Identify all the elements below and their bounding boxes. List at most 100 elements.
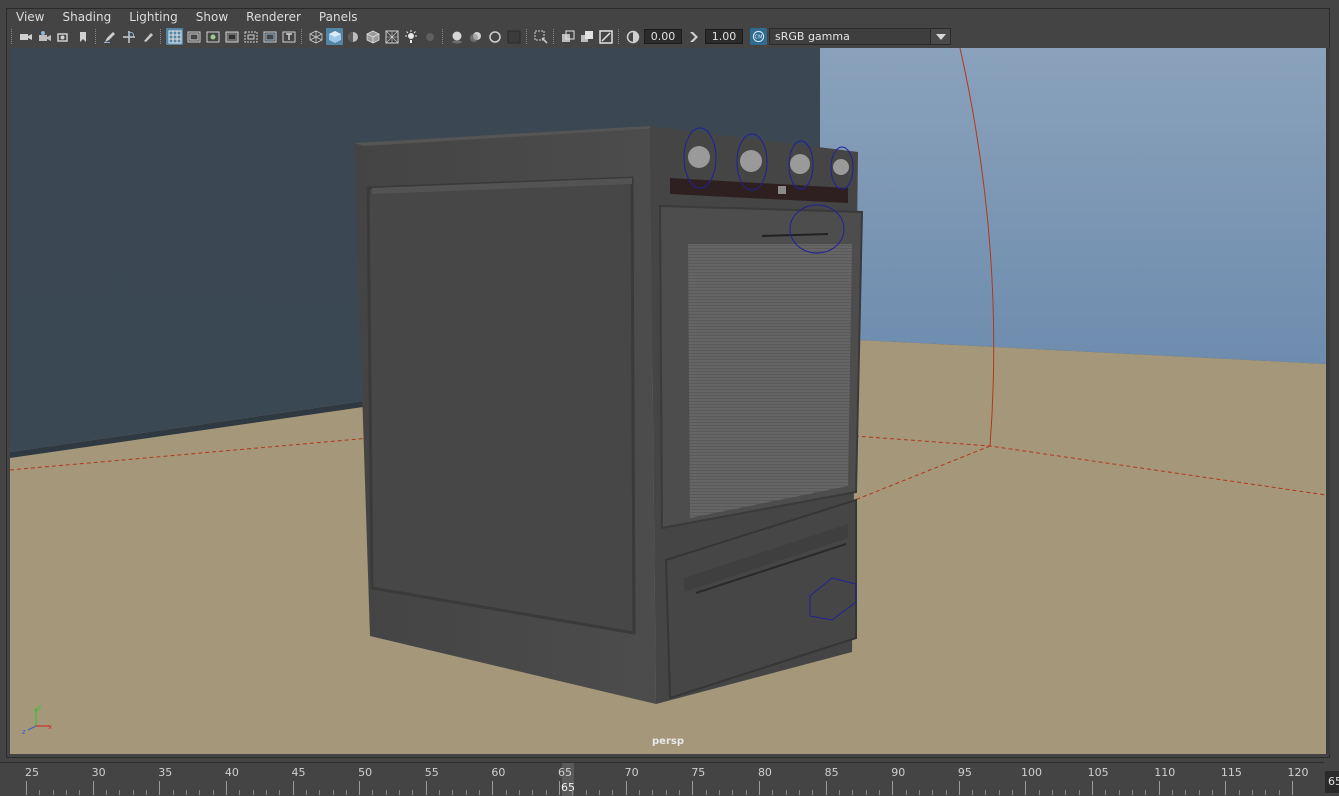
viewport-scene [10,48,1326,754]
safe-action-icon[interactable] [261,28,278,45]
xray-active-icon[interactable] [578,28,595,45]
timeline-major-tick [292,781,294,795]
backface-culling-icon[interactable] [597,28,614,45]
time-slider[interactable]: 25 30 35 40 45 50 55 60 65 65 70 75 80 85 90 95 100 105 11… [0,762,1324,796]
use-lights-icon[interactable] [402,28,419,45]
timeline-major-tick [26,781,27,795]
gamma-field[interactable]: 1.00 [705,29,743,44]
oven-window [688,244,852,518]
timeline-minor-tick [732,790,734,795]
timeline-minor-tick [639,790,640,795]
xray-icon[interactable] [383,28,400,45]
color-management-icon[interactable]: CM [750,28,767,45]
menu-shading[interactable]: Shading [53,9,120,25]
timeline-minor-tick [399,790,401,795]
chevron-down-icon[interactable] [930,29,950,44]
depth-of-field-icon[interactable] [505,28,522,45]
timeline-major-tick [1025,781,1027,795]
screen-space-ambient-occlusion-icon[interactable] [448,28,465,45]
grease-pencil-icon[interactable] [101,28,118,45]
timeline-minor-tick [479,790,481,795]
timeline-minor-tick [65,790,67,795]
timeline-minor-tick [998,790,1000,795]
image-plane-icon[interactable] [74,28,91,45]
timeline-minor-tick [798,790,800,795]
timeline-minor-tick [718,790,720,795]
timeline-minor-tick [332,790,334,795]
menu-renderer[interactable]: Renderer [237,9,310,25]
timeline-minor-tick [785,790,787,795]
default-lighting-icon[interactable] [345,28,362,45]
timeline-tick-label: 70 [624,766,639,779]
menu-panels[interactable]: Panels [310,9,367,25]
exposure-icon[interactable] [624,28,641,45]
timeline-minor-tick [812,790,814,795]
timeline-minor-tick [1212,790,1214,795]
paint-icon[interactable] [139,28,156,45]
grid-icon[interactable] [166,28,183,45]
wireframe-on-shaded-icon[interactable] [364,28,381,45]
timeline-major-tick [958,781,960,795]
menu-show[interactable]: Show [187,9,237,25]
timeline-tick-label: 40 [224,766,239,779]
timeline-minor-tick [1052,790,1054,795]
menu-lighting[interactable]: Lighting [120,9,187,25]
smooth-shade-icon[interactable] [326,28,343,45]
timeline-major-tick [359,781,361,795]
timeline-major-tick [625,781,627,795]
timeline-minor-tick [772,790,774,795]
film-gate-icon[interactable] [185,28,202,45]
timeline-minor-tick [1132,790,1134,795]
timeline-major-tick [92,781,94,795]
timeline-minor-tick [505,790,507,795]
timeline-major-tick [425,781,427,795]
xray-joints-icon[interactable] [559,28,576,45]
timeline-minor-tick [145,790,147,795]
timeline-minor-tick [1118,790,1120,795]
color-space-dropdown[interactable]: sRGB gamma [769,28,951,45]
timeline-tick-label: 55 [424,766,439,779]
timeline-minor-tick [452,790,454,795]
timeline-minor-tick [412,790,414,795]
timeline-minor-tick [1145,790,1147,795]
timeline-minor-tick [1038,790,1040,795]
timeline-tick-label: 110 [1154,766,1176,779]
timeline-minor-tick [532,790,534,795]
toolbar-separator [95,29,97,44]
timeline-major-tick [492,781,494,795]
2d-pan-zoom-icon[interactable] [120,28,137,45]
3d-viewport[interactable]: persp x y z [10,48,1326,754]
current-frame-readout[interactable]: 65 [1325,771,1339,793]
timeline-minor-tick [465,790,467,795]
safe-title-icon[interactable] [280,28,297,45]
timeline-minor-tick [265,790,267,795]
timeline-minor-tick [1198,790,1200,795]
viewport-edge [1326,48,1330,754]
exposure-field[interactable]: 0.00 [644,29,682,44]
modeling-panel: View Shading Lighting Show Renderer Pane… [0,0,1339,760]
isolate-select-icon[interactable] [532,28,549,45]
timeline-minor-tick [918,790,920,795]
camera-attributes-icon[interactable] [36,28,53,45]
timeline-major-tick [1292,781,1293,795]
timeline-tick-label: 60 [491,766,506,779]
gate-mask-icon[interactable] [223,28,240,45]
menu-view[interactable]: View [8,9,53,25]
motion-blur-icon[interactable] [467,28,484,45]
timeline-minor-tick [878,790,880,795]
timeline-tick-label: 65 [558,766,573,779]
timeline-major-tick [692,781,694,795]
shadows-icon[interactable] [421,28,438,45]
timeline-tick-label: 115 [1220,766,1242,779]
timeline-tick-label: 50 [358,766,373,779]
anti-aliasing-icon[interactable] [486,28,503,45]
timeline-minor-tick [252,790,254,795]
select-camera-icon[interactable] [17,28,34,45]
wireframe-icon[interactable] [307,28,324,45]
gamma-icon[interactable] [685,28,702,45]
bookmarks-icon[interactable] [55,28,72,45]
resolution-gate-icon[interactable] [204,28,221,45]
timeline-minor-tick [852,790,854,795]
field-chart-icon[interactable] [242,28,259,45]
timeline-minor-tick [385,790,387,795]
